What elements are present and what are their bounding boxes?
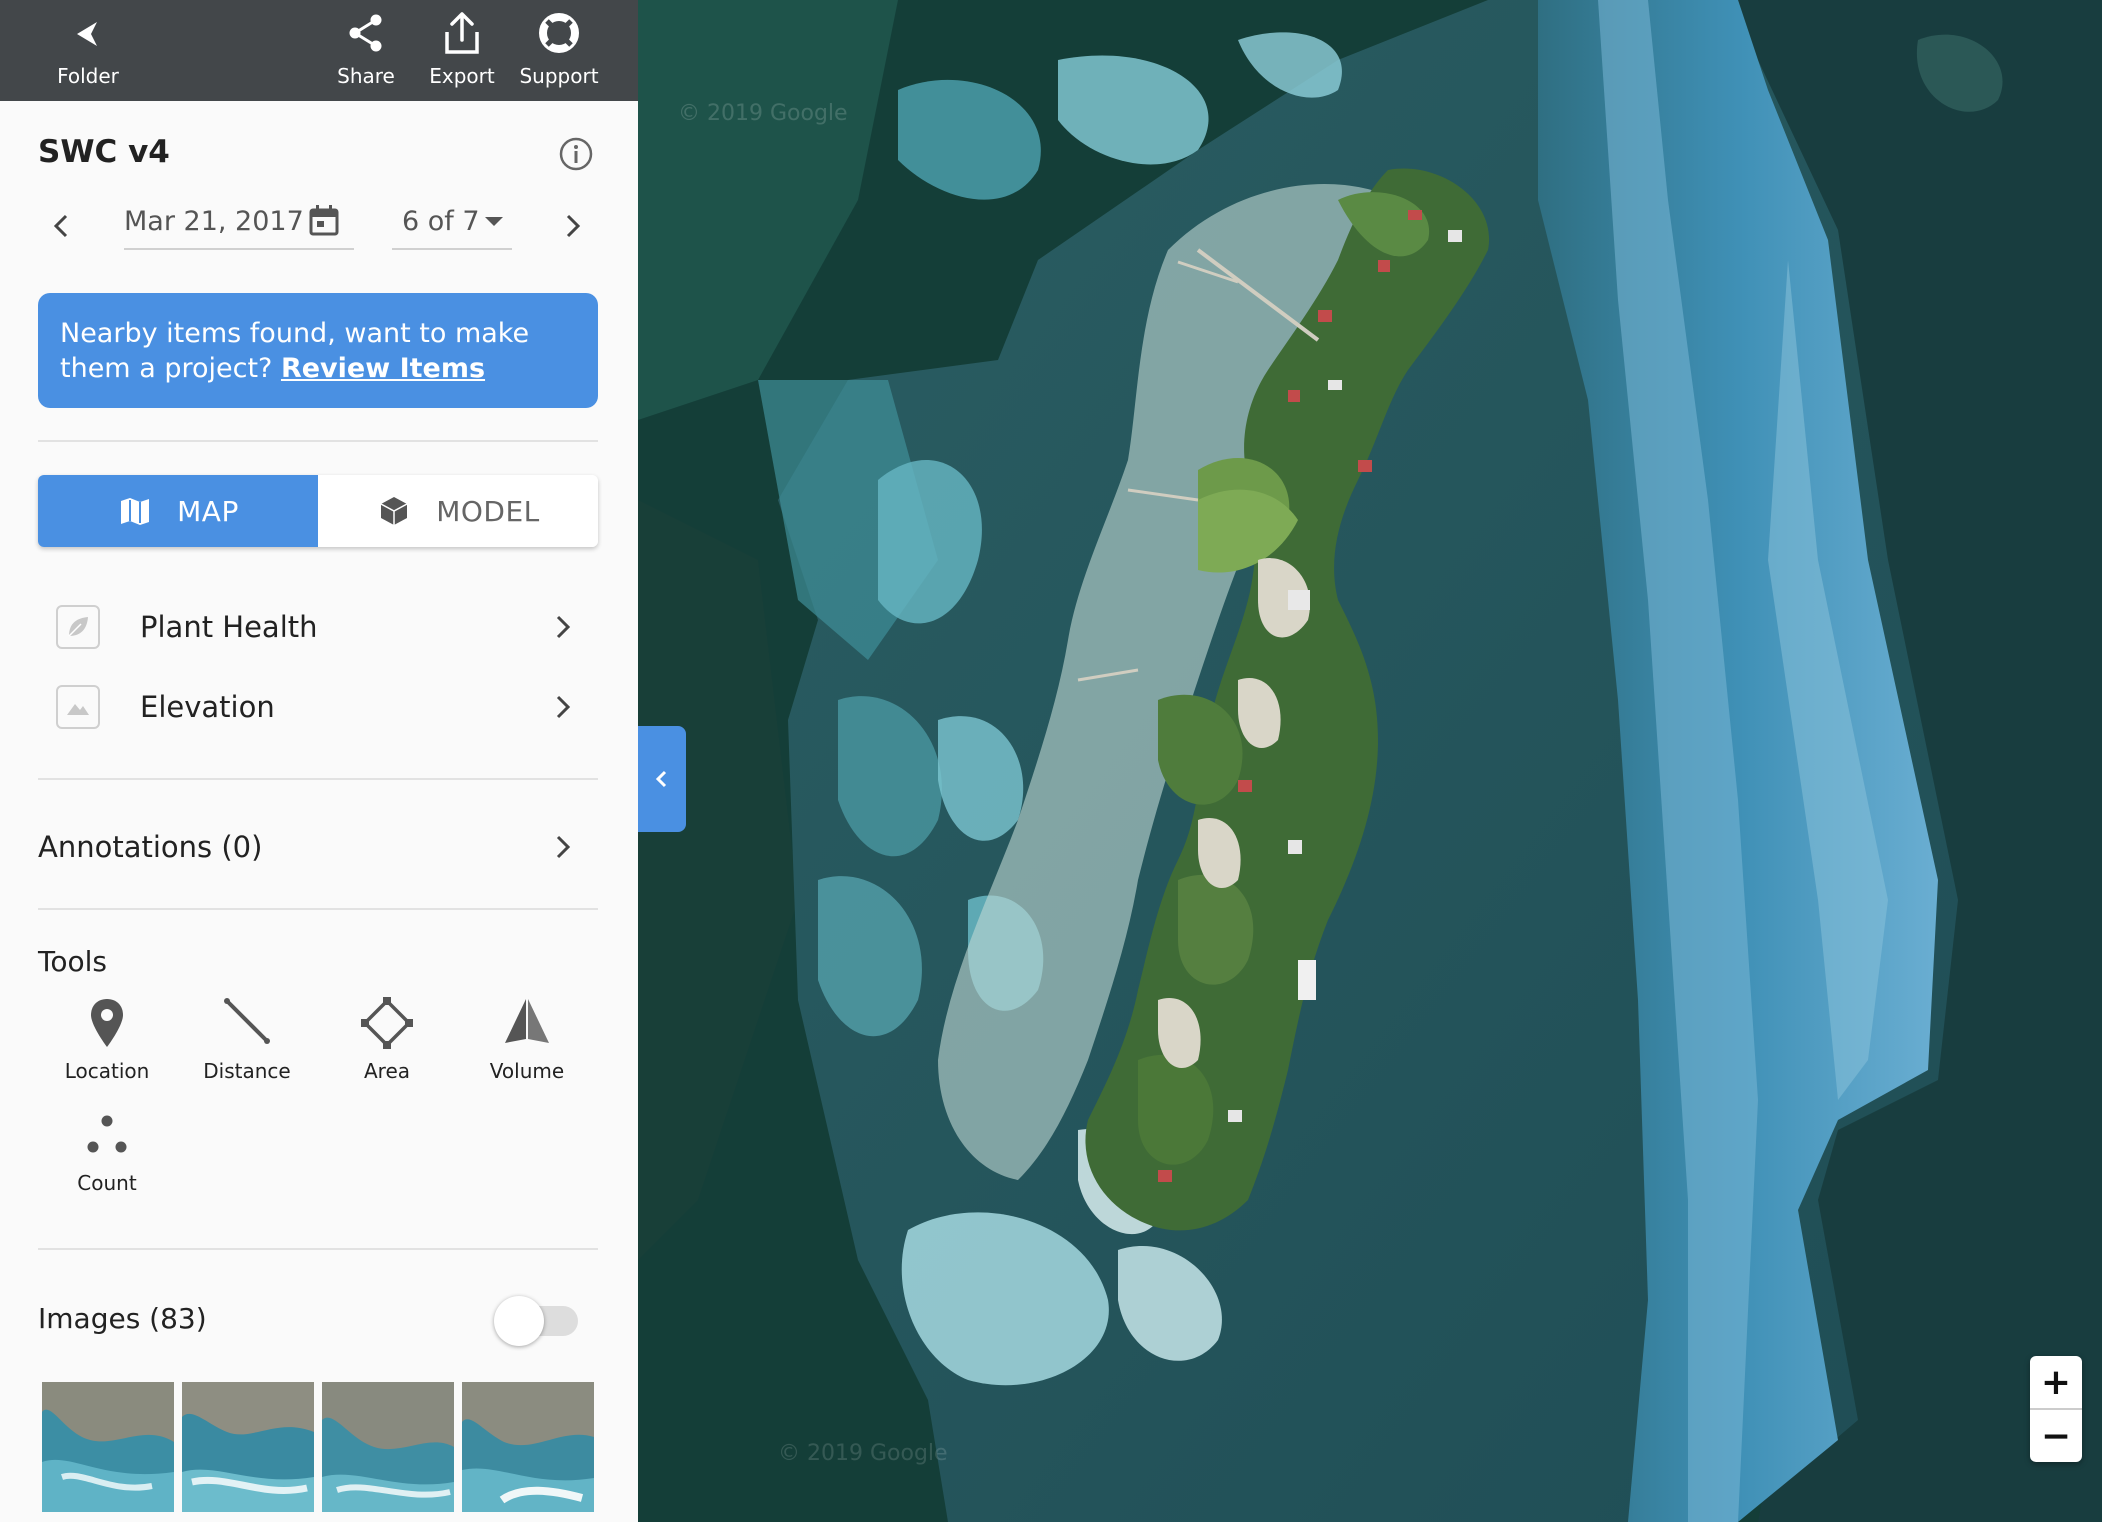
top-toolbar: Folder Share Export Support: [0, 0, 638, 101]
images-heading: Images (83): [38, 1302, 207, 1335]
chevron-right-icon: [556, 695, 571, 719]
share-icon: [349, 14, 382, 52]
tool-location[interactable]: Location: [37, 995, 177, 1095]
image-thumbnail[interactable]: [322, 1382, 454, 1512]
nearby-items-banner: Nearby items found, want to make them a …: [38, 293, 598, 408]
next-date-button[interactable]: [556, 210, 588, 242]
location-pin-icon: [91, 999, 123, 1047]
map-watermark-bottom: © 2019 Google: [778, 1441, 948, 1466]
info-icon[interactable]: [558, 136, 594, 172]
zoom-control: + −: [2030, 1356, 2082, 1462]
chevron-left-icon: [655, 770, 667, 788]
tool-label: Location: [64, 1059, 150, 1083]
version-select[interactable]: 6 of 7: [392, 200, 512, 250]
map-view-button[interactable]: MAP: [38, 475, 318, 547]
map-icon: [121, 498, 150, 525]
map-watermark-top: © 2019 Google: [678, 101, 848, 126]
annotations-row[interactable]: Annotations (0): [38, 822, 598, 872]
tool-label: Count: [77, 1171, 137, 1195]
date-picker[interactable]: Mar 21, 2017: [124, 200, 354, 250]
sidebar: Folder Share Export Support SWC v4 Mar 2…: [0, 0, 638, 1522]
distance-icon: [224, 998, 270, 1044]
image-thumbnail[interactable]: [182, 1382, 314, 1512]
tools-heading: Tools: [38, 945, 107, 978]
lifebuoy-icon: [539, 13, 579, 53]
project-title: SWC v4: [38, 134, 170, 170]
dropdown-arrow-icon: [485, 217, 503, 226]
annotations-label: Annotations (0): [38, 830, 263, 864]
divider: [38, 1248, 598, 1250]
map-viewport[interactable]: © 2019 Google © 2019 Google: [638, 0, 2102, 1522]
leaf-icon: [68, 617, 88, 637]
tool-volume[interactable]: Volume: [457, 995, 597, 1095]
layer-label: Plant Health: [140, 610, 318, 644]
aerial-photo-thumbnail: [42, 1382, 174, 1512]
divider: [38, 440, 598, 442]
divider: [38, 778, 598, 780]
review-items-link[interactable]: Review Items: [281, 353, 485, 384]
layer-icon-box: [56, 605, 100, 649]
folder-button[interactable]: Folder: [40, 10, 136, 94]
volume-icon: [505, 999, 549, 1043]
tool-label: Volume: [489, 1059, 565, 1083]
tool-area[interactable]: Area: [317, 995, 457, 1095]
version-value: 6 of 7: [402, 206, 480, 237]
export-label: Export: [429, 64, 495, 88]
mountain-icon: [67, 704, 89, 715]
back-arrow-icon: [77, 22, 97, 46]
map-view-label: MAP: [177, 494, 239, 528]
images-toggle[interactable]: [494, 1296, 582, 1346]
model-view-button[interactable]: MODEL: [318, 475, 598, 547]
layer-elevation[interactable]: Elevation: [38, 677, 598, 737]
tool-count[interactable]: Count: [37, 1107, 177, 1207]
support-label: Support: [519, 64, 599, 88]
area-icon: [361, 997, 413, 1049]
layer-icon-box: [56, 685, 100, 729]
image-thumbnail[interactable]: [462, 1382, 594, 1512]
aerial-map-image: © 2019 Google © 2019 Google: [638, 0, 2102, 1522]
previous-date-button[interactable]: [46, 210, 78, 242]
chevron-right-icon: [556, 835, 571, 859]
calendar-icon: [309, 205, 339, 236]
toggle-knob: [494, 1296, 544, 1346]
aerial-photo-thumbnail: [182, 1382, 314, 1512]
view-mode-toggle: MAP MODEL: [38, 475, 598, 547]
export-button[interactable]: Export: [420, 10, 504, 94]
aerial-photo-thumbnail: [322, 1382, 454, 1512]
collapse-sidebar-button[interactable]: [638, 726, 686, 832]
zoom-in-button[interactable]: +: [2030, 1356, 2082, 1408]
zoom-out-button[interactable]: −: [2030, 1410, 2082, 1462]
model-view-label: MODEL: [436, 494, 540, 528]
tool-distance[interactable]: Distance: [177, 995, 317, 1095]
image-thumbnail[interactable]: [42, 1382, 174, 1512]
folder-label: Folder: [57, 64, 119, 88]
tool-label: Distance: [203, 1059, 291, 1083]
date-value: Mar 21, 2017: [124, 206, 304, 237]
count-icon: [87, 1115, 127, 1153]
layer-plant-health[interactable]: Plant Health: [38, 597, 598, 657]
export-icon: [445, 12, 479, 54]
share-label: Share: [337, 64, 395, 88]
aerial-photo-thumbnail: [462, 1382, 594, 1512]
divider: [38, 908, 598, 910]
tool-label: Area: [363, 1059, 411, 1083]
layer-label: Elevation: [140, 690, 275, 724]
chevron-right-icon: [556, 615, 571, 639]
share-button[interactable]: Share: [326, 10, 406, 94]
support-button[interactable]: Support: [514, 10, 604, 94]
cube-icon: [380, 497, 408, 525]
